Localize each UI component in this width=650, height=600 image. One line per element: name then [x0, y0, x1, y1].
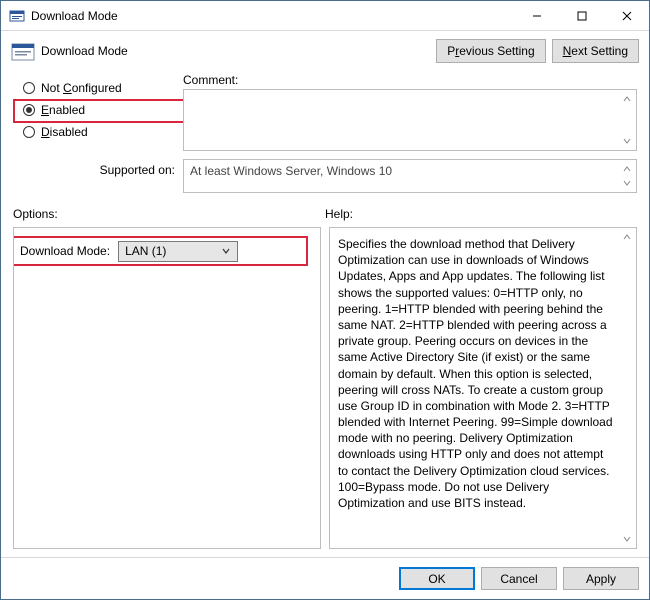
state-radios: Not Configured Enabled Disabled	[13, 73, 183, 151]
button-label: Apply	[586, 572, 616, 586]
policy-icon	[11, 40, 35, 62]
scroll-up-icon[interactable]	[620, 162, 634, 176]
supported-row: Supported on: At least Windows Server, W…	[13, 159, 637, 193]
ok-button[interactable]: OK	[399, 567, 475, 590]
radio-label: Disabled	[41, 125, 88, 139]
scroll-up-icon[interactable]	[620, 92, 634, 106]
radio-icon	[23, 104, 35, 116]
window-title: Download Mode	[31, 9, 514, 23]
radio-enabled[interactable]: Enabled	[13, 99, 183, 121]
minimize-button[interactable]	[514, 1, 559, 30]
body: Not Configured Enabled Disabled Comment:	[1, 63, 649, 557]
options-pane: Download Mode: LAN (1)	[13, 227, 321, 549]
top-row: Not Configured Enabled Disabled Comment:	[13, 73, 637, 151]
comment-textarea[interactable]	[183, 89, 637, 151]
supported-on-text: At least Windows Server, Windows 10	[190, 164, 392, 178]
help-text: Specifies the download method that Deliv…	[330, 228, 636, 519]
app-icon	[9, 8, 25, 24]
chevron-down-icon	[219, 244, 233, 258]
previous-setting-button[interactable]: Previous Setting	[436, 39, 545, 63]
scroll-down-icon[interactable]	[620, 176, 634, 190]
mid-labels: Options: Help:	[13, 207, 637, 221]
download-mode-row: Download Mode: LAN (1)	[13, 236, 308, 266]
options-label: Options:	[13, 207, 325, 221]
panes: Download Mode: LAN (1) Specifies the dow…	[13, 227, 637, 549]
scroll-down-icon[interactable]	[620, 134, 634, 148]
scroll-up-icon[interactable]	[620, 230, 634, 244]
select-value: LAN (1)	[125, 244, 213, 258]
help-label: Help:	[325, 207, 637, 221]
supported-on-box: At least Windows Server, Windows 10	[183, 159, 637, 193]
help-pane: Specifies the download method that Deliv…	[329, 227, 637, 549]
radio-label: Enabled	[41, 103, 85, 117]
button-label: Previous Setting	[447, 44, 534, 58]
titlebar: Download Mode	[1, 1, 649, 31]
download-mode-label: Download Mode:	[20, 244, 110, 258]
maximize-button[interactable]	[559, 1, 604, 30]
page-title: Download Mode	[41, 44, 430, 58]
footer: OK Cancel Apply	[1, 557, 649, 599]
download-mode-select[interactable]: LAN (1)	[118, 241, 238, 262]
close-button[interactable]	[604, 1, 649, 30]
button-label: Cancel	[500, 572, 537, 586]
radio-not-configured[interactable]: Not Configured	[13, 77, 183, 99]
button-label: Next Setting	[563, 44, 628, 58]
comment-column: Comment:	[183, 73, 637, 151]
next-setting-button[interactable]: Next Setting	[552, 39, 639, 63]
window: Download Mode Download Mode Previous Set…	[0, 0, 650, 600]
scroll-down-icon[interactable]	[620, 532, 634, 546]
radio-disabled[interactable]: Disabled	[13, 121, 183, 143]
cancel-button[interactable]: Cancel	[481, 567, 557, 590]
header: Download Mode Previous Setting Next Sett…	[1, 31, 649, 63]
button-label: OK	[428, 572, 445, 586]
comment-label: Comment:	[183, 73, 637, 87]
radio-label: Not Configured	[41, 81, 122, 95]
apply-button[interactable]: Apply	[563, 567, 639, 590]
supported-on-label: Supported on:	[13, 159, 183, 177]
radio-icon	[23, 82, 35, 94]
radio-icon	[23, 126, 35, 138]
